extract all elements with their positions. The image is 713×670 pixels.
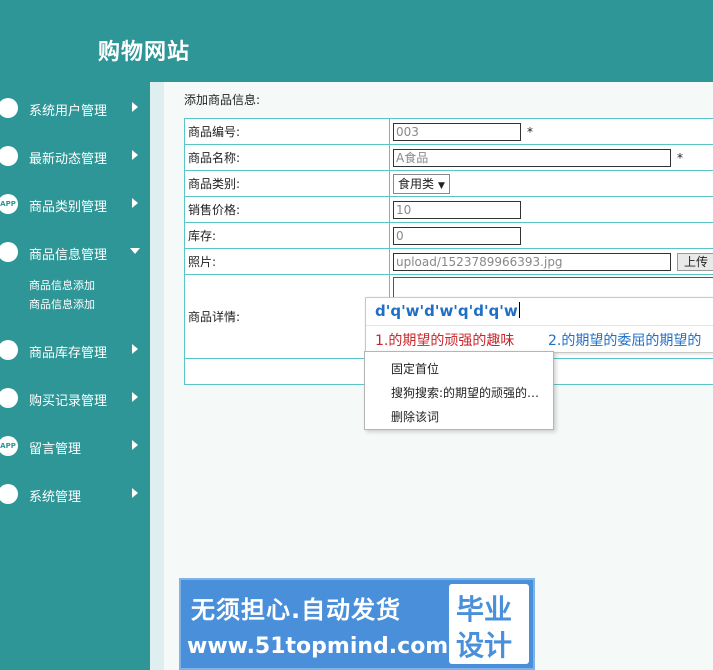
field-cell: A食品 *	[389, 144, 713, 171]
sidebar-item-messages[interactable]: APP 留言管理	[0, 431, 150, 461]
ime-candidate-1[interactable]: 1.的期望的顽强的趣味	[375, 330, 514, 350]
sidebar-item-categories[interactable]: APP 商品类别管理	[0, 189, 150, 219]
field-cell: 0	[389, 222, 713, 249]
ime-candidate-window: d'q'w'd'w'q'd'q'w 1.的期望的顽强的趣味 2.的期望的委屈的期…	[365, 297, 713, 353]
field-label: 照片:	[184, 248, 390, 275]
field-cell: 003 *	[389, 118, 713, 145]
form-row-stock: 库存: 0	[184, 222, 713, 249]
sidebar-item-purchases[interactable]: 购买记录管理	[0, 383, 150, 413]
menu-item-delete-word[interactable]: 删除该词	[391, 408, 439, 425]
field-label: 商品详情:	[184, 274, 390, 359]
chevron-right-icon	[132, 102, 138, 112]
form-title: 添加商品信息:	[184, 93, 261, 107]
ime-candidate-2[interactable]: 2.的期望的委屈的期望的	[548, 330, 701, 350]
header: 购物网站	[0, 0, 713, 82]
gear-icon	[0, 340, 18, 360]
cloud-icon	[0, 242, 18, 262]
sidebar-item-news[interactable]: 最新动态管理	[0, 141, 150, 171]
upload-button[interactable]: 上传	[677, 252, 713, 271]
field-label: 商品类别:	[184, 170, 390, 197]
app-icon: APP	[0, 194, 18, 214]
chevron-right-icon	[132, 488, 138, 498]
sidebar-item-inventory[interactable]: 商品库存管理	[0, 335, 150, 365]
ime-divider	[366, 325, 713, 326]
chevron-right-icon	[132, 392, 138, 402]
sidebar-item-label: 商品信息管理	[29, 248, 108, 263]
form-row-code: 商品编号: 003 *	[184, 118, 713, 145]
sidebar-item-label: 商品库存管理	[29, 346, 108, 361]
sidebar-item-label: 系统管理	[29, 490, 82, 505]
field-cell: 食用类 ▼	[389, 170, 713, 197]
field-label: 销售价格:	[184, 196, 390, 223]
stack-icon	[0, 388, 18, 408]
badge-text-1: 毕业	[456, 593, 513, 626]
sidebar-item-label: 系统用户管理	[29, 104, 108, 119]
site-title: 购物网站	[98, 40, 191, 65]
sidebar-item-label: 留言管理	[29, 442, 82, 457]
banner-slogan: 无须担心.自动发货	[191, 596, 402, 624]
bar-chart-icon	[0, 484, 18, 504]
form-row-category: 商品类别: 食用类 ▼	[184, 170, 713, 197]
chevron-right-icon	[132, 344, 138, 354]
product-category-select[interactable]: 食用类 ▼	[393, 173, 450, 194]
ad-banner[interactable]: 无须担心.自动发货 www.51topmind.com 毕业 设计	[179, 578, 535, 670]
sidebar-item-label: 商品类别管理	[29, 200, 108, 215]
banner-badge: 毕业 设计	[449, 584, 529, 664]
field-cell: upload/1523789966393.jpg 上传	[389, 248, 713, 275]
field-label: 商品名称:	[184, 144, 390, 171]
sidebar-item-system-users[interactable]: 系统用户管理	[0, 93, 150, 123]
banner-url: www.51topmind.com	[187, 634, 449, 659]
sidebar-item-products[interactable]: 商品信息管理	[0, 237, 150, 267]
chevron-right-icon	[132, 440, 138, 450]
caret-down-icon: ▼	[438, 180, 445, 191]
field-cell: 10	[389, 196, 713, 223]
field-label: 库存:	[184, 222, 390, 249]
required-mark: *	[677, 150, 683, 165]
app-icon: APP	[0, 436, 18, 456]
ime-composition: d'q'w'd'w'q'd'q'w	[375, 302, 520, 320]
content-divider	[150, 82, 164, 670]
product-name-input[interactable]: A食品	[393, 148, 671, 167]
photo-path-input[interactable]: upload/1523789966393.jpg	[393, 252, 671, 271]
menu-item-sogou-search[interactable]: 搜狗搜索:的期望的顽强的…	[391, 384, 539, 401]
sidebar-item-system[interactable]: 系统管理	[0, 479, 150, 509]
monitor-icon	[0, 98, 18, 118]
sidebar-item-label: 购买记录管理	[29, 394, 108, 409]
text-cursor	[518, 302, 520, 318]
category-select-value: 食用类	[398, 176, 435, 191]
field-label: 商品编号:	[184, 118, 390, 145]
sidebar-subitem-product-add[interactable]: 商品信息添加	[29, 277, 95, 293]
ime-context-menu: 固定首位 搜狗搜索:的期望的顽强的… 删除该词	[364, 351, 554, 430]
sidebar-item-label: 最新动态管理	[29, 152, 108, 167]
chevron-right-icon	[132, 150, 138, 160]
form-row-photo: 照片: upload/1523789966393.jpg 上传	[184, 248, 713, 275]
menu-item-pin-first[interactable]: 固定首位	[391, 360, 439, 377]
sidebar-subitem-product-add-2[interactable]: 商品信息添加	[29, 296, 95, 312]
chevron-down-icon	[130, 248, 140, 254]
form-row-name: 商品名称: A食品 *	[184, 144, 713, 171]
badge-text-2: 设计	[456, 629, 513, 662]
chevron-right-icon	[132, 198, 138, 208]
form-row-price: 销售价格: 10	[184, 196, 713, 223]
sidebar: 系统用户管理 最新动态管理 APP 商品类别管理 商品信息管理 商品信息添加 商…	[0, 82, 150, 670]
stock-input[interactable]: 0	[393, 226, 521, 245]
required-mark: *	[527, 124, 533, 139]
price-input[interactable]: 10	[393, 200, 521, 219]
product-code-input[interactable]: 003	[393, 122, 521, 141]
ime-composition-text: d'q'w'd'w'q'd'q'w	[375, 302, 518, 320]
user-gear-icon	[0, 146, 18, 166]
